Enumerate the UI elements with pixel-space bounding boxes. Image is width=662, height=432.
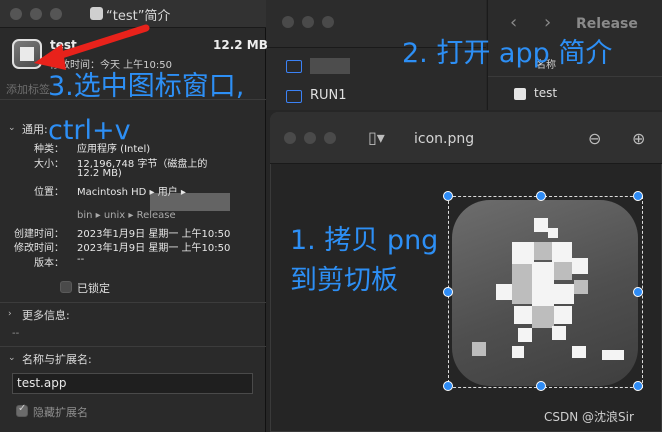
step1-annotation-line2: 到剪切板 xyxy=(290,265,398,296)
step3-annotation-line1: 3.选中图标窗口, xyxy=(48,71,245,102)
step1-annotation-line1: 1. 拷贝 png xyxy=(290,225,439,256)
step3-annotation-line2: ctrl+v xyxy=(48,115,131,146)
csdn-watermark: CSDN @沈浪Sir xyxy=(544,410,634,424)
red-arrow-icon xyxy=(34,24,150,70)
step2-annotation: 2. 打开 app 简介 xyxy=(402,38,613,69)
